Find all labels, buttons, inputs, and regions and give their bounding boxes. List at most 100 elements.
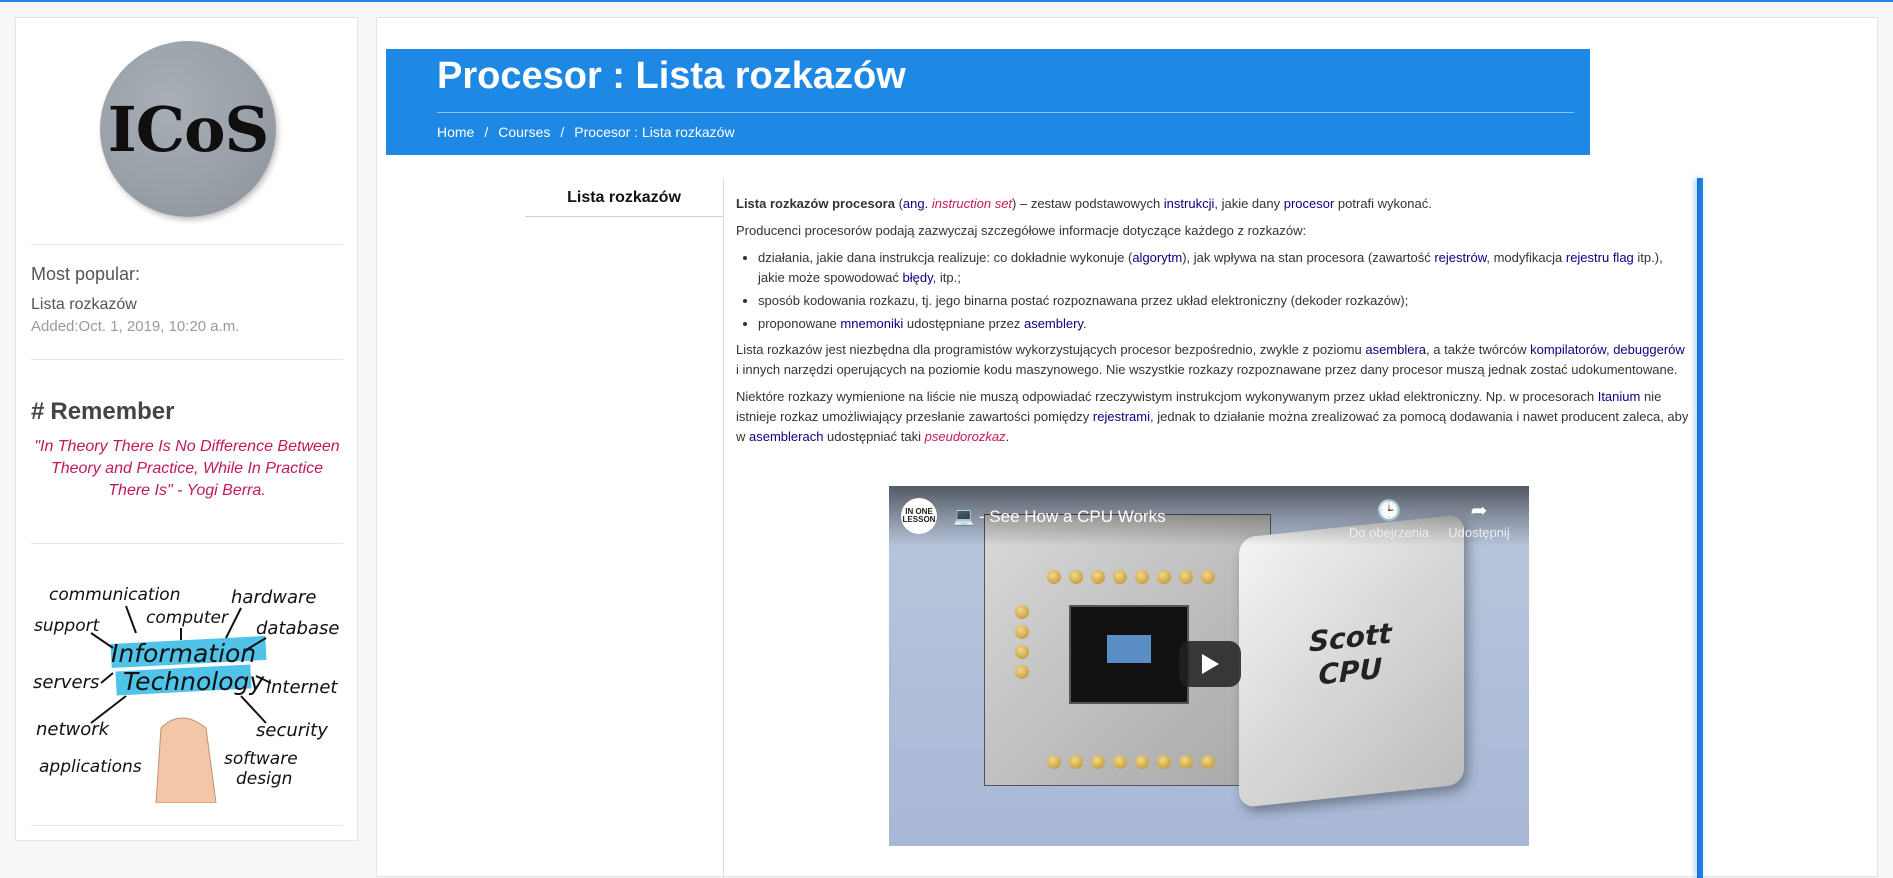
text: , a także twórców [1426,342,1531,357]
pin [1015,645,1029,659]
share-label: Udostępnij [1448,525,1510,540]
pin [1157,755,1171,769]
link-asemblera[interactable]: asemblera [1365,342,1426,357]
tab-lista-rozkazow[interactable]: Lista rozkazów [525,178,723,217]
information-technology-image: communication hardware support computer … [33,585,339,803]
chip-graphic [1069,605,1189,704]
logo-text: ICoS [107,92,269,166]
breadcrumb-courses[interactable]: Courses [498,124,550,140]
cpu-graphic: Scott CPU [1239,514,1464,808]
text: ) – zestaw podstawowych [1012,196,1164,211]
pin [1015,665,1029,679]
page-banner: Procesor : Lista rozkazów Home / Courses… [386,49,1590,155]
link-asemblery[interactable]: asemblery [1024,316,1083,331]
chip-core [1107,635,1151,663]
paragraph: Producenci procesorów podają zazwyczaj s… [736,223,1307,238]
text: proponowane [758,316,841,331]
paragraph: Lista rozkazów procesora (ang. instructi… [736,194,1691,214]
text: Niektóre rozkazy wymienione na liście ni… [736,389,1598,404]
link-debuggerow[interactable]: debuggerów [1613,342,1685,357]
breadcrumb-current[interactable]: Procesor : Lista rozkazów [574,124,734,140]
link-mnemoniki[interactable]: mnemoniki [840,316,903,331]
word-design: design [236,769,292,789]
most-popular-title: Most popular: [31,264,141,284]
text: Lista rozkazów jest niezbędna dla progra… [736,342,1366,357]
word-database: database [256,618,339,639]
remember-label: Remember [50,398,175,425]
pin [1135,570,1149,584]
link-itanium[interactable]: Itanium [1598,389,1641,404]
divider [31,244,343,245]
text: udostępniane przez [903,316,1024,331]
play-button[interactable] [1179,641,1241,687]
link-algorytm[interactable]: algorytm [1132,250,1182,265]
pin [1069,755,1083,769]
pin [1047,755,1061,769]
top-accent-line [0,0,1893,2]
link-pseudorozkaz[interactable]: pseudorozkaz [925,429,1006,444]
watch-later-button[interactable]: 🕒 Do obejrzenia [1344,498,1434,540]
text: , modyfikacja [1486,250,1566,265]
text: . [1082,316,1087,331]
pin [1047,570,1061,584]
word-network: network [36,719,111,740]
breadcrumb-home[interactable]: Home [437,124,474,140]
word-applications: applications [39,757,142,777]
watch-later-label: Do obejrzenia [1348,525,1430,540]
divider [31,359,343,360]
popular-item-link[interactable]: Lista rozkazów [31,296,137,314]
word-internet: internet [266,677,338,698]
foreign-term: instruction set [931,196,1013,211]
text: , itp.; [932,270,961,285]
breadcrumb: Home / Courses / Procesor : Lista rozkaz… [437,124,735,140]
video-title[interactable]: 💻 - See How a CPU Works [953,507,1166,527]
pin [1091,755,1105,769]
word-servers: servers [33,672,99,693]
popular-item-date: Added:Oct. 1, 2019, 10:20 a.m. [31,318,240,335]
text: . [1005,429,1010,444]
banner-divider [437,112,1574,113]
link-asemblerach[interactable]: asemblerach [749,429,823,444]
list-item: działania, jakie dana instrukcja realizu… [758,248,1691,288]
site-logo[interactable]: ICoS [100,41,276,217]
word-security: security [256,720,328,741]
text: potrafi wykonać. [1334,196,1432,211]
channel-avatar[interactable]: IN ONE LESSON [901,498,937,534]
link-rejestru-flag[interactable]: rejestru flag [1566,250,1634,265]
text: , jakie dany [1214,196,1284,211]
divider [31,825,343,826]
word-communication: communication [49,585,180,605]
text: udostępniać taki [823,429,925,444]
remember-heading: # Remember [31,398,174,426]
word-information: Information [111,639,256,668]
link-kompilatorow[interactable]: kompilatorów [1530,342,1606,357]
link-instrukcji[interactable]: instrukcji [1164,196,1215,211]
pin [1157,570,1171,584]
link-ang[interactable]: ang. [903,196,928,211]
pin [1113,570,1127,584]
text: ), jak wpływa na stan procesora (zawarto… [1182,250,1435,265]
text: działania, jakie dana instrukcja realizu… [758,250,1133,265]
link-rejestrow[interactable]: rejestrów [1434,250,1486,265]
breadcrumb-separator: / [484,124,489,140]
word-computer: computer [146,608,229,628]
bold-term: Lista rozkazów procesora [736,196,895,211]
share-button[interactable]: ➦ Udostępnij [1434,498,1524,540]
hash-icon: # [31,398,45,425]
pin [1135,755,1149,769]
link-rejestrami[interactable]: rejestrami [1093,409,1150,424]
quote-text: "In Theory There Is No Difference Betwee… [34,438,340,499]
video-player[interactable]: Scott CPU IN ONE LESSON 💻 - See How a CP… [889,486,1529,846]
link-procesor[interactable]: procesor [1284,196,1335,211]
cpu-label: Scott CPU [1309,617,1392,694]
word-hardware: hardware [231,587,317,608]
list-item: sposób kodowania rozkazu, tj. jego binar… [758,291,1691,311]
word-support: support [34,616,101,636]
word-software: software [224,749,298,769]
main-panel: Procesor : Lista rozkazów Home / Courses… [376,17,1878,878]
clock-icon: 🕒 [1376,500,1402,522]
link-bledy[interactable]: błędy [903,270,933,285]
play-icon [1202,654,1219,674]
text: ( [894,196,903,211]
pin [1179,755,1193,769]
